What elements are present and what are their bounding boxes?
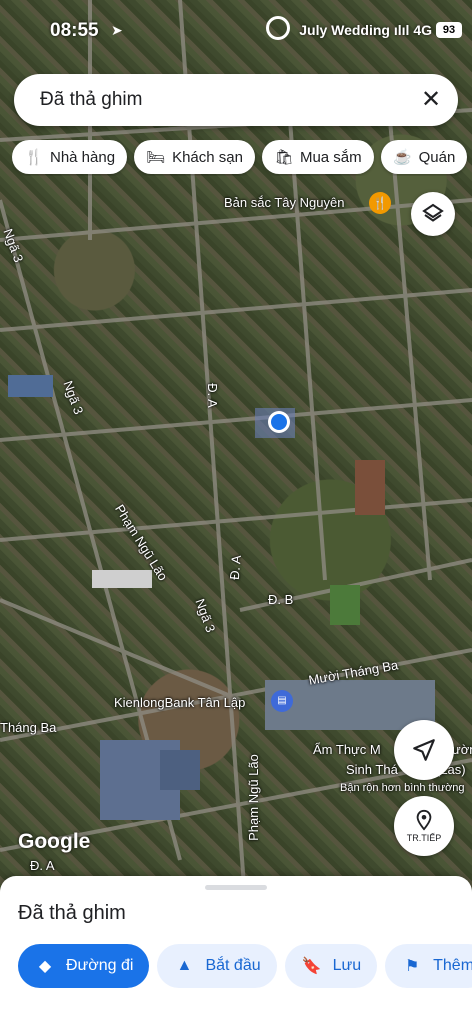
action-label: Thêm [433, 957, 472, 974]
next-label: TR.TIẾP [406, 833, 442, 843]
status-time: 08:55 [50, 20, 99, 41]
shopping-icon: 🛍 [274, 149, 294, 166]
pin-outline-icon [416, 809, 432, 831]
action-label: Đường đi [66, 957, 134, 974]
bank-label[interactable]: KienlongBank Tân Lập [114, 695, 245, 710]
chip-label: Mua sắm [299, 148, 362, 166]
directions-icon: ◆ [38, 958, 52, 975]
close-icon[interactable]: ✕ [418, 87, 444, 113]
poi-label: Sinh Thá [346, 762, 398, 777]
location-arrow-icon: ➤ [111, 22, 123, 38]
category-chips: 🍴 Nhà hàng 🛏 Khách sạn 🛍 Mua sắm ☕ Quán [12, 140, 472, 176]
location-pin-icon [266, 16, 290, 40]
poi-label[interactable]: Bản sắc Tây Nguyên [224, 195, 344, 210]
directions-button[interactable]: ◆ Đường đi [18, 944, 150, 988]
sheet-drag-handle[interactable] [205, 885, 267, 890]
hotel-icon: 🛏 [146, 149, 166, 166]
action-label: Bắt đầu [205, 957, 261, 974]
coffee-icon: ☕ [393, 149, 412, 166]
action-buttons: ◆ Đường đi ▲ Bắt đầu 🔖 Lưu ⚑ Thêm [18, 944, 472, 990]
chip-label: Nhà hàng [50, 148, 116, 166]
road-label: Đ. A [30, 858, 55, 873]
save-button[interactable]: 🔖 Lưu [284, 944, 378, 988]
chip-hotels[interactable]: 🛏 Khách sạn [134, 140, 255, 174]
restaurant-pin-icon[interactable]: 🍴 [369, 192, 391, 214]
road-label: Phạm Ngũ Lão [245, 754, 261, 841]
poi-label: ườn [452, 742, 472, 757]
bank-pin-icon[interactable]: ▤ [271, 690, 293, 712]
sheet-title: Đã thả ghim [18, 902, 126, 924]
search-bar[interactable]: Đã thả ghim ✕ [14, 74, 458, 126]
bookmark-icon: 🔖 [301, 958, 322, 975]
chip-coffee[interactable]: ☕ Quán [380, 140, 468, 174]
status-bar: 08:55 ➤ July Wedding ılıl 4G 93 [0, 0, 472, 60]
search-text[interactable]: Đã thả ghim [40, 89, 142, 111]
add-button[interactable]: ⚑ Thêm [385, 944, 472, 988]
chip-label: Quán [418, 148, 456, 166]
road-label: Đ. A [204, 383, 220, 408]
layers-icon [422, 203, 444, 222]
next-button[interactable]: TR.TIẾP [394, 796, 454, 856]
road-label: Đ. B [268, 592, 294, 607]
restaurant-icon: 🍴 [24, 149, 44, 166]
google-logo: Google [18, 830, 91, 853]
start-arrow-icon: ▲ [176, 957, 193, 974]
navigation-arrow-icon [413, 739, 435, 761]
action-label: Lưu [332, 957, 362, 974]
poi-label[interactable]: Ẩm Thực M [313, 742, 381, 757]
layers-button[interactable] [411, 192, 455, 236]
status-right: July Wedding ılıl 4G [299, 22, 432, 38]
chip-shopping[interactable]: 🛍 Mua sắm [261, 140, 374, 174]
chip-label: Khách sạn [172, 148, 243, 166]
flag-icon: ⚑ [404, 958, 420, 975]
busy-label: Bận rộn hơn bình thường [340, 782, 465, 794]
battery-icon: 93 [436, 22, 462, 38]
bottom-sheet[interactable]: Đã thả ghim ◆ Đường đi ▲ Bắt đầu 🔖 Lưu ⚑… [0, 876, 472, 1024]
start-button[interactable]: ▲ Bắt đầu [157, 944, 277, 988]
chip-restaurants[interactable]: 🍴 Nhà hàng [12, 140, 128, 174]
road-label: Đ. A [226, 554, 244, 581]
navigate-button[interactable] [394, 720, 454, 780]
road-label: Tháng Ba [0, 720, 57, 735]
